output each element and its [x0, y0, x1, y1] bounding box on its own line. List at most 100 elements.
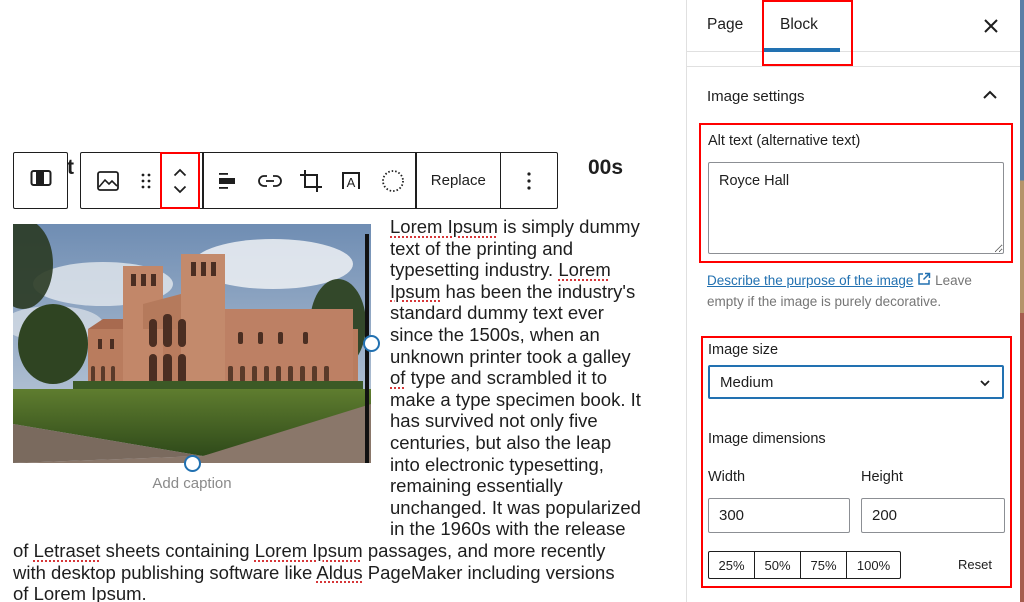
align-button[interactable]: [204, 153, 250, 208]
image-icon: [96, 170, 120, 192]
chevron-up-icon[interactable]: [173, 168, 187, 177]
more-options-icon: [526, 171, 532, 191]
crop-icon: [299, 169, 323, 193]
tab-page[interactable]: Page: [707, 16, 743, 34]
paragraph-line: make a type specimen book. It: [390, 389, 641, 411]
resize-handle-bottom[interactable]: [184, 455, 201, 472]
scale-100-button[interactable]: 100%: [847, 552, 900, 578]
chevron-up-icon: [979, 90, 1001, 110]
text-run: is simply dummy: [497, 216, 640, 237]
parent-block-selector[interactable]: [13, 152, 68, 209]
paragraph-line: has survived not only five: [390, 410, 598, 432]
text-run: of: [13, 583, 34, 602]
spellcheck-word: Lorem: [558, 259, 611, 281]
height-input[interactable]: 200: [861, 498, 1005, 533]
text-run: .: [141, 583, 147, 602]
paragraph-line: text of the printing and: [390, 238, 573, 260]
external-link-icon: [913, 272, 931, 288]
caption-placeholder[interactable]: Add caption: [13, 475, 371, 492]
paragraph-line: typesetting industry. Lorem: [390, 259, 611, 281]
panel-toggle[interactable]: [979, 84, 1001, 106]
height-label: Height: [861, 469, 903, 485]
resize-handle-right[interactable]: [363, 335, 380, 352]
more-options-button[interactable]: [501, 153, 557, 208]
text-run: PageMaker including versions: [362, 561, 615, 583]
chevron-down-icon[interactable]: [173, 185, 187, 194]
active-tab-indicator: [762, 48, 840, 52]
text-run: with desktop publishing software like: [13, 561, 317, 583]
editor-canvas: t 00s A Replace Add caption Lorem Ipsum …: [0, 0, 686, 602]
paragraph-line: unchanged. It was popularized: [390, 497, 641, 519]
block-type-button[interactable]: [81, 153, 135, 208]
scale-75-button[interactable]: 75%: [801, 552, 847, 578]
text-overlay-button[interactable]: A: [331, 153, 371, 208]
spellcheck-word: of: [390, 367, 406, 389]
paragraph-line: centuries, but also the leap: [390, 432, 611, 454]
background-edge: [1020, 0, 1024, 602]
alt-text-input[interactable]: [708, 162, 1004, 254]
paragraph-line: into electronic typesetting,: [390, 454, 604, 476]
replace-button[interactable]: Replace: [417, 153, 500, 208]
width-label: Width: [708, 469, 746, 485]
text-run: passages, and more recently: [362, 540, 606, 561]
image-size-select[interactable]: Medium: [708, 365, 1004, 399]
text-run: has been the industry's: [440, 280, 636, 302]
alt-text-label: Alt text (alternative text): [708, 133, 861, 149]
text-run: since the 1500s, when an: [390, 324, 600, 345]
heading-fragment-right[interactable]: 00s: [588, 156, 623, 180]
scale-25-button[interactable]: 25%: [709, 552, 755, 578]
block-toolbar: A Replace: [80, 152, 558, 209]
close-icon: [979, 19, 1003, 42]
duotone-icon: [381, 169, 405, 193]
text-run: of: [13, 540, 34, 561]
close-settings-button[interactable]: [979, 14, 1003, 38]
tab-block[interactable]: Block: [780, 16, 818, 34]
link-button[interactable]: [250, 153, 290, 208]
text-run: text of the printing and: [390, 237, 574, 259]
reset-button[interactable]: Reset: [958, 557, 992, 572]
scale-button-group: 25% 50% 75% 100%: [708, 551, 901, 579]
chevron-down-icon: [978, 376, 992, 394]
describe-purpose-link[interactable]: Describe the purpose of the image: [707, 273, 913, 288]
paragraph-line: Ipsum has been the industry's: [390, 281, 635, 303]
sidebar-tabs: Page Block: [687, 0, 1021, 52]
divider: [687, 66, 1021, 67]
replace-label: Replace: [430, 172, 486, 189]
paragraph-line: remaining essentially: [390, 475, 563, 497]
scale-50-button[interactable]: 50%: [755, 552, 801, 578]
duotone-button[interactable]: [371, 153, 415, 208]
drag-handle-icon: [140, 171, 152, 191]
paragraph-line: of Letraset sheets containing Lorem Ipsu…: [13, 540, 605, 562]
text-run: type and scrambled it to: [405, 367, 607, 389]
paragraph-line: of Lorem Ipsum.: [13, 583, 147, 602]
paragraph-line: in the 1960s with the release: [390, 518, 626, 540]
paragraph-line: with desktop publishing software like Al…: [13, 562, 615, 584]
drag-handle[interactable]: [135, 153, 158, 208]
crop-button[interactable]: [290, 153, 330, 208]
text-overlay-icon: A: [341, 171, 361, 191]
image-size-value: Medium: [720, 373, 774, 391]
image-block[interactable]: [13, 224, 371, 463]
spellcheck-word: Lorem Ipsum: [390, 216, 498, 237]
text-run: remaining essentially: [390, 475, 563, 497]
move-up-down-buttons[interactable]: [158, 153, 202, 208]
align-block-icon: [30, 169, 52, 192]
text-run: make a type specimen book. It: [390, 388, 641, 410]
text-run: unchanged. It was popularized: [390, 496, 641, 518]
heading-fragment-left[interactable]: t: [67, 156, 74, 180]
text-run: standard dummy text ever: [390, 302, 604, 324]
link-icon: [258, 174, 282, 188]
alt-text-help: Describe the purpose of the image Leave …: [707, 270, 1007, 312]
paragraph-line: unknown printer took a galley: [390, 346, 631, 368]
spellcheck-word: Letraset: [33, 540, 101, 561]
text-run: in the 1960s with the release: [390, 518, 626, 540]
width-input[interactable]: 300: [708, 498, 850, 533]
svg-text:A: A: [347, 175, 356, 190]
panel-title[interactable]: Image settings: [707, 88, 805, 105]
paragraph-line: standard dummy text ever: [390, 302, 604, 324]
spellcheck-word: Aldus: [316, 561, 363, 583]
text-run: centuries, but also the leap: [390, 432, 612, 453]
settings-sidebar: Page Block Image settings Alt text (alte…: [686, 0, 1021, 602]
paragraph-line: of type and scrambled it to: [390, 367, 607, 389]
royce-hall-photo: [13, 224, 371, 463]
